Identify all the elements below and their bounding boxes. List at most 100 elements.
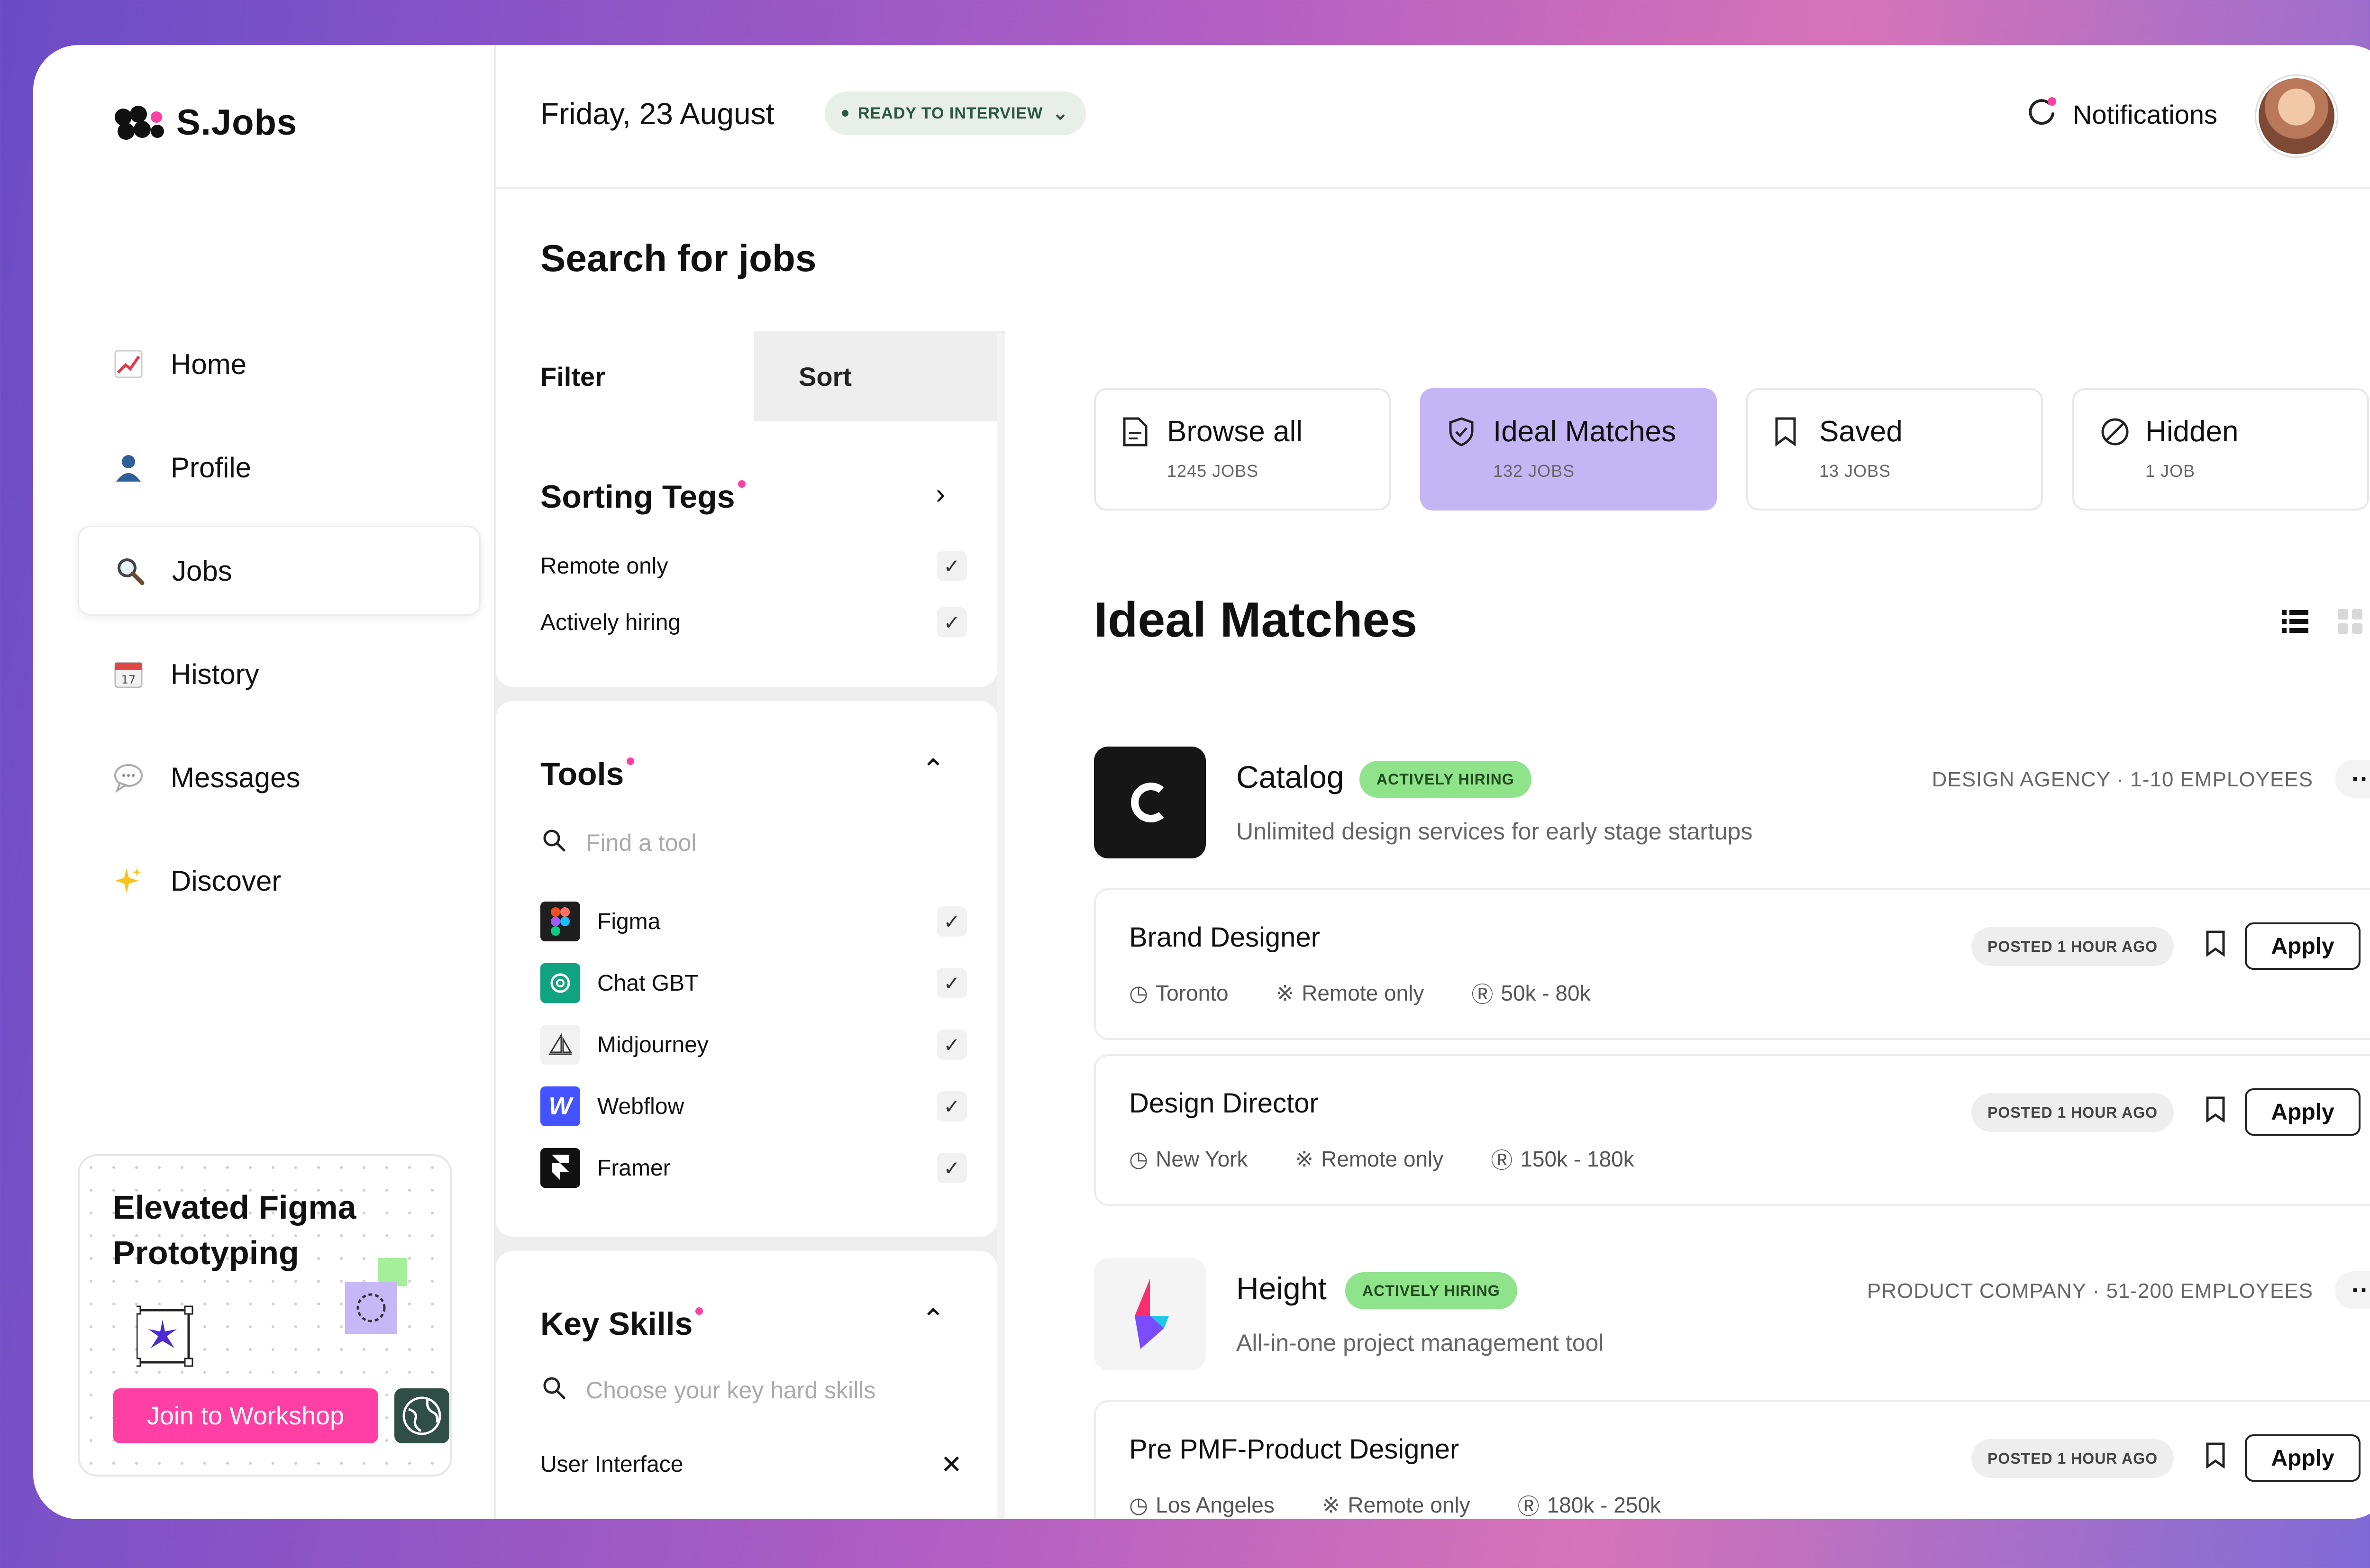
status-dot — [842, 110, 848, 117]
checkbox[interactable]: ✓ — [937, 1153, 967, 1183]
company-meta: DESIGN AGENCY · 1-10 EMPLOYEES — [1932, 768, 2313, 791]
bookmark-icon[interactable] — [2205, 1442, 2226, 1475]
tab-ideal-matches[interactable]: Ideal Matches 132 JOBS — [1420, 388, 1717, 511]
notifications-button[interactable]: Notifications — [2025, 95, 2217, 134]
status-dropdown[interactable]: READY TO INTERVIEW ⌄ — [825, 91, 1086, 135]
bookmark-icon[interactable] — [2205, 1096, 2226, 1129]
document-icon — [1121, 417, 1149, 454]
more-options-button[interactable]: ··· — [2335, 760, 2370, 798]
required-dot — [738, 480, 746, 488]
company-name[interactable]: Catalog — [1236, 759, 1344, 795]
more-options-button[interactable]: ··· — [2335, 1271, 2370, 1309]
checkbox[interactable]: ✓ — [937, 551, 967, 581]
job-salary: Ⓡ 50k - 80k — [1471, 977, 1590, 1009]
current-date: Friday, 23 August — [540, 97, 775, 131]
brand-name: S.Jobs — [176, 102, 298, 143]
tool-framer[interactable]: Framer ✓ — [540, 1147, 967, 1189]
bell-icon — [2025, 95, 2059, 134]
tab-saved[interactable]: Saved 13 JOBS — [1746, 388, 2043, 511]
sidebar-item-jobs[interactable]: Jobs — [78, 526, 481, 616]
job-card[interactable]: Design Director ◷ New York ※ Remote only Ⓡ… — [1094, 1054, 2370, 1206]
tool-search-input[interactable]: Find a tool — [540, 827, 696, 859]
tool-name: Webflow — [597, 1094, 684, 1119]
top-bar: Friday, 23 August READY TO INTERVIEW ⌄ N… — [496, 45, 2370, 189]
tool-webflow[interactable]: W Webflow ✓ — [540, 1085, 967, 1128]
skill-chip[interactable]: User Interface ✕ — [540, 1445, 967, 1483]
tab-hidden[interactable]: Hidden 1 JOB — [2072, 388, 2369, 511]
chevron-up-icon[interactable]: ⌃ — [921, 1303, 945, 1336]
signal-icon: ※ — [1276, 981, 1294, 1005]
chevron-up-icon[interactable]: ⌃ — [921, 753, 945, 786]
bookmark-icon[interactable] — [2205, 930, 2226, 963]
sorting-tags-card: Sorting Tegs › Remote only ✓ Actively hi… — [496, 421, 997, 687]
avatar[interactable] — [2256, 76, 2337, 156]
sidebar-item-discover[interactable]: Discover — [78, 836, 481, 926]
checkbox[interactable]: ✓ — [937, 1091, 967, 1121]
job-location: ◷ Los Angeles — [1129, 1493, 1275, 1517]
checkbox[interactable]: ✓ — [937, 1030, 967, 1060]
tool-midjourney[interactable]: Midjourney ✓ — [540, 1023, 967, 1066]
chatgpt-icon — [540, 963, 580, 1003]
checkbox[interactable]: ✓ — [937, 968, 967, 998]
section-title: Ideal Matches — [1094, 593, 1418, 647]
sidebar-item-home[interactable]: Home — [78, 319, 481, 409]
key-skills-title[interactable]: Key Skills — [540, 1305, 703, 1342]
signal-icon: ※ — [1295, 1147, 1314, 1171]
checkbox[interactable]: ✓ — [937, 607, 967, 638]
option-remote-only[interactable]: Remote only ✓ — [540, 547, 967, 585]
apply-button[interactable]: Apply — [2245, 1434, 2361, 1482]
sidebar-item-messages[interactable]: Messages — [78, 732, 481, 822]
search-icon — [540, 1374, 567, 1406]
figma-icon — [540, 902, 580, 941]
promo-card: Elevated Figma Prototyping Join to Works… — [78, 1154, 452, 1477]
job-title[interactable]: Pre PMF-Product Designer — [1129, 1433, 1459, 1465]
grid-view-icon[interactable] — [2335, 606, 2365, 644]
skills-search-placeholder: Choose your key hard skills — [586, 1377, 876, 1404]
tool-figma[interactable]: Figma ✓ — [540, 900, 967, 943]
checkbox[interactable]: ✓ — [937, 906, 967, 937]
tab-count: 1 JOB — [2145, 461, 2196, 481]
tool-name: Figma — [597, 909, 661, 934]
job-title[interactable]: Design Director — [1129, 1087, 1319, 1119]
globe-icon: ◷ — [1129, 981, 1149, 1005]
dollar-icon: Ⓡ — [1491, 1148, 1513, 1173]
sorting-tags-title[interactable]: Sorting Tegs — [540, 478, 746, 515]
brand[interactable]: S.Jobs — [113, 102, 297, 143]
sidebar-item-profile[interactable]: Profile — [78, 422, 481, 512]
sidebar-item-history[interactable]: 17 History — [78, 629, 481, 719]
search-header: Search for jobs — [496, 189, 2370, 333]
status-label: READY TO INTERVIEW — [858, 104, 1043, 122]
job-title[interactable]: Brand Designer — [1129, 921, 1320, 953]
option-actively-hiring[interactable]: Actively hiring ✓ — [540, 603, 967, 641]
job-card[interactable]: Pre PMF-Product Designer ◷ Los Angeles ※ R… — [1094, 1400, 2370, 1519]
globe-icon: ◷ — [1129, 1147, 1149, 1171]
chart-icon — [112, 347, 145, 381]
apply-button[interactable]: Apply — [2245, 922, 2361, 970]
logo-icon — [115, 105, 164, 140]
tools-title[interactable]: Tools — [540, 756, 635, 793]
list-view-icon[interactable] — [2280, 606, 2310, 644]
sidebar-item-label: Messages — [171, 761, 301, 793]
shield-check-icon — [1448, 417, 1475, 454]
close-icon[interactable]: ✕ — [941, 1449, 962, 1479]
signal-icon: ※ — [1322, 1493, 1340, 1517]
tab-sort[interactable]: Sort — [754, 331, 997, 421]
tab-browse-all[interactable]: Browse all 1245 JOBS — [1094, 388, 1391, 511]
join-workshop-button[interactable]: Join to Workshop — [113, 1388, 378, 1443]
dollar-icon: Ⓡ — [1471, 982, 1494, 1007]
job-meta: ◷ New York ※ Remote only Ⓡ 150k - 180k — [1129, 1143, 1634, 1175]
webflow-icon: W — [540, 1086, 580, 1126]
chevron-down-icon: ⌄ — [1052, 103, 1069, 124]
company-name[interactable]: Height — [1236, 1270, 1327, 1306]
tab-count: 132 JOBS — [1493, 461, 1575, 481]
job-remote: ※ Remote only — [1322, 1493, 1470, 1517]
skills-search-input[interactable]: Choose your key hard skills — [540, 1374, 875, 1406]
tab-filter[interactable]: Filter — [496, 331, 754, 421]
chevron-right-icon[interactable]: › — [936, 477, 945, 510]
framer-icon — [540, 1148, 580, 1188]
job-card[interactable]: Brand Designer ◷ Toronto ※ Remote only Ⓡ 50… — [1094, 888, 2370, 1040]
apply-button[interactable]: Apply — [2245, 1088, 2361, 1136]
results-panel: Browse all 1245 JOBS Ideal Matches 132 J… — [1005, 331, 2370, 1519]
tab-label: Saved — [1819, 415, 1903, 448]
tool-chatgpt[interactable]: Chat GBT ✓ — [540, 962, 967, 1004]
